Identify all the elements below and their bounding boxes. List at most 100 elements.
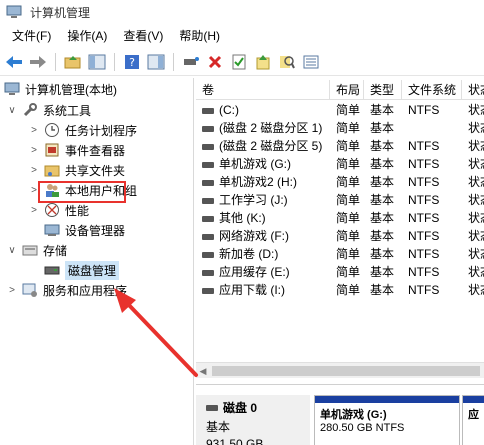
cell-type-text: 基本 bbox=[370, 247, 395, 261]
table-row[interactable]: 单机游戏2 (H:) 简单基本 NTFS 状态 bbox=[196, 173, 484, 191]
chevron-right-icon[interactable]: > bbox=[28, 145, 40, 156]
tree-item-disk-management[interactable]: 磁盘管理 bbox=[44, 260, 120, 280]
chevron-right-icon[interactable]: > bbox=[6, 285, 18, 296]
chevron-right-icon[interactable]: > bbox=[28, 205, 40, 216]
up-folder-button[interactable] bbox=[63, 52, 83, 72]
volume-icon bbox=[202, 251, 214, 258]
tree-item-task-scheduler[interactable]: > 任务计划程序 bbox=[28, 120, 137, 140]
cell-filesystem bbox=[402, 119, 462, 137]
cell-layout: 简单 bbox=[330, 281, 364, 299]
cell-layout-text: 简单 bbox=[336, 139, 361, 153]
column-header-type[interactable]: 类型 bbox=[364, 80, 402, 100]
cell-type: 基本 bbox=[364, 227, 402, 245]
tree-item-event-viewer[interactable]: > 事件查看器 bbox=[28, 140, 125, 160]
cell-layout: 简单 bbox=[330, 101, 364, 119]
disk-management-icon bbox=[44, 262, 60, 278]
table-row[interactable]: (磁盘 2 磁盘分区 1) 简单基本 状态 bbox=[196, 119, 484, 137]
window-title: 计算机管理 bbox=[30, 5, 91, 20]
table-row[interactable]: 网络游戏 (F:) 简单基本 NTFS 状态 bbox=[196, 227, 484, 245]
title-bar: 计算机管理 bbox=[0, 0, 484, 24]
table-row[interactable]: 其他 (K:) 简单基本 NTFS 状态 bbox=[196, 209, 484, 227]
cell-filesystem-text: NTFS bbox=[408, 283, 440, 297]
chevron-right-icon[interactable]: > bbox=[28, 165, 40, 176]
menu-view[interactable]: 查看(V) bbox=[115, 24, 171, 48]
table-row[interactable]: (C:) 简单基本 NTFS 状态 bbox=[196, 101, 484, 119]
horizontal-scrollbar[interactable]: ◀ bbox=[196, 362, 484, 378]
cell-filesystem: NTFS bbox=[402, 173, 462, 191]
annotation-highlight-box bbox=[38, 181, 126, 203]
help-button[interactable]: ? bbox=[122, 52, 142, 72]
list-view-button[interactable] bbox=[301, 52, 321, 72]
cell-layout-text: 简单 bbox=[336, 247, 361, 261]
tree-system-tools[interactable]: ∨ 系统工具 bbox=[6, 100, 91, 120]
column-header-status[interactable]: 状态 bbox=[462, 80, 484, 100]
tree-item-device-manager[interactable]: 设备管理器 bbox=[44, 220, 125, 240]
folder-up-icon bbox=[64, 55, 81, 68]
column-header-layout[interactable]: 布局 bbox=[330, 80, 364, 100]
computer-management-icon bbox=[6, 5, 22, 18]
chevron-right-icon[interactable]: > bbox=[28, 125, 40, 136]
cell-volume-text: 单机游戏2 (H:) bbox=[219, 175, 298, 189]
volume-icon bbox=[202, 107, 214, 114]
disk-size: 931.50 GB bbox=[206, 437, 264, 445]
scrollbar-thumb[interactable] bbox=[212, 366, 480, 376]
cell-filesystem: NTFS bbox=[402, 245, 462, 263]
back-button[interactable] bbox=[4, 52, 24, 72]
menu-file[interactable]: 文件(F) bbox=[4, 24, 59, 48]
tree-services-apps[interactable]: > 服务和应用程序 bbox=[6, 280, 127, 300]
cell-layout: 简单 bbox=[330, 227, 364, 245]
show-tree-button[interactable] bbox=[87, 52, 107, 72]
chevron-down-icon[interactable]: ∨ bbox=[6, 105, 18, 116]
table-row[interactable]: 应用下载 (I:) 简单基本 NTFS 状态 bbox=[196, 281, 484, 299]
search-button[interactable] bbox=[277, 52, 297, 72]
cell-type: 基本 bbox=[364, 281, 402, 299]
cell-status: 状态 bbox=[462, 155, 484, 173]
partition-bar bbox=[315, 396, 459, 403]
column-header-filesystem[interactable]: 文件系统 bbox=[402, 80, 462, 100]
partition-block[interactable]: 应 bbox=[462, 395, 484, 445]
table-row[interactable]: 工作学习 (J:) 简单基本 NTFS 状态 bbox=[196, 191, 484, 209]
menu-action[interactable]: 操作(A) bbox=[59, 24, 115, 48]
tree-item-performance[interactable]: > 性能 bbox=[28, 200, 89, 220]
forward-button[interactable] bbox=[28, 52, 48, 72]
chevron-down-icon[interactable]: ∨ bbox=[6, 245, 18, 256]
partition-block[interactable]: 单机游戏 (G:) 280.50 GB NTFS bbox=[314, 395, 460, 445]
tree-item-label: 共享文件夹 bbox=[65, 163, 126, 178]
properties-button[interactable] bbox=[229, 52, 249, 72]
cell-volume-text: (C:) bbox=[219, 103, 239, 117]
magnifier-icon bbox=[280, 55, 295, 68]
import-button[interactable] bbox=[253, 52, 273, 72]
cell-volume-text: (磁盘 2 磁盘分区 1) bbox=[219, 121, 323, 135]
table-row[interactable]: (磁盘 2 磁盘分区 5) 简单基本 NTFS 状态 bbox=[196, 137, 484, 155]
cell-type: 基本 bbox=[364, 263, 402, 281]
table-row[interactable]: 单机游戏 (G:) 简单基本 NTFS 状态 bbox=[196, 155, 484, 173]
column-header-volume[interactable]: 卷 bbox=[196, 80, 330, 100]
scroll-left-icon[interactable]: ◀ bbox=[196, 363, 210, 379]
action-pane-button[interactable] bbox=[146, 52, 166, 72]
tree-root-label: 计算机管理(本地) bbox=[25, 82, 117, 97]
tools-icon bbox=[22, 102, 38, 118]
cell-type: 基本 bbox=[364, 101, 402, 119]
table-row[interactable]: 应用缓存 (E:) 简单基本 NTFS 状态 bbox=[196, 263, 484, 281]
console-tree: 计算机管理(本地) ∨ 系统工具 > 任务计划程序 > 事件查看器 > 共享文件… bbox=[0, 78, 194, 445]
tree-root[interactable]: 计算机管理(本地) bbox=[4, 79, 117, 99]
disk-info[interactable]: 磁盘 0 基本 931.50 GB bbox=[196, 395, 310, 445]
tree-item-shared-folders[interactable]: > 共享文件夹 bbox=[28, 160, 125, 180]
table-row[interactable]: 新加卷 (D:) 简单基本 NTFS 状态 bbox=[196, 245, 484, 263]
connect-button[interactable] bbox=[181, 52, 201, 72]
cell-filesystem-text: NTFS bbox=[408, 103, 440, 117]
delete-button[interactable] bbox=[205, 52, 225, 72]
menu-help[interactable]: 帮助(H) bbox=[171, 24, 228, 48]
cell-status: 状态 bbox=[462, 281, 484, 299]
forward-arrow-icon bbox=[30, 55, 46, 68]
cell-filesystem: NTFS bbox=[402, 281, 462, 299]
cell-filesystem: NTFS bbox=[402, 101, 462, 119]
toolbar-separator bbox=[114, 52, 115, 71]
action-pane-icon bbox=[147, 54, 165, 69]
cell-layout-text: 简单 bbox=[336, 283, 361, 297]
shared-folder-icon bbox=[44, 162, 60, 178]
cell-status-text: 状态 bbox=[468, 157, 484, 171]
cell-type-text: 基本 bbox=[370, 193, 395, 207]
tree-storage[interactable]: ∨ 存储 bbox=[6, 240, 67, 260]
cell-type: 基本 bbox=[364, 155, 402, 173]
